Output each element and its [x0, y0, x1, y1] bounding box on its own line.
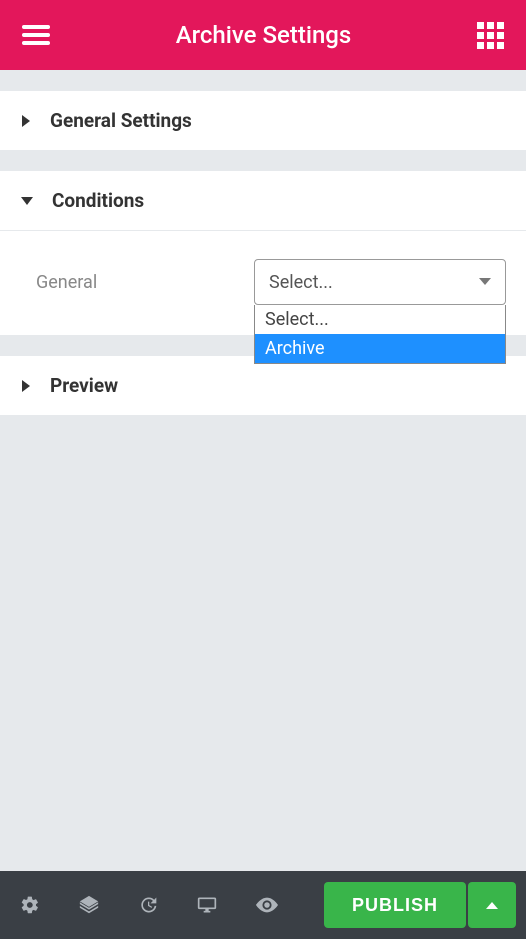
- caret-down-icon: [479, 278, 491, 286]
- chevron-right-icon: [20, 114, 32, 128]
- form-row-general: General Select... Select... Archive: [36, 259, 506, 305]
- responsive-icon[interactable]: [196, 895, 218, 915]
- select-general[interactable]: Select...: [254, 259, 506, 305]
- caret-up-icon: [486, 902, 498, 909]
- select-value: Select...: [269, 272, 333, 293]
- select-wrap-general: Select... Select... Archive: [254, 259, 506, 305]
- chevron-down-icon: [20, 195, 34, 207]
- dropdown-general: Select... Archive: [254, 305, 506, 364]
- form-label-general: General: [36, 272, 97, 293]
- page-title: Archive Settings: [176, 21, 352, 49]
- publish-group: PUBLISH: [324, 882, 516, 928]
- footer-bar: PUBLISH: [0, 871, 526, 939]
- section-title-preview: Preview: [50, 374, 118, 397]
- dropdown-option-archive[interactable]: Archive: [255, 334, 505, 363]
- section-header-conditions[interactable]: Conditions: [0, 171, 526, 230]
- section-header-general-settings[interactable]: General Settings: [0, 91, 526, 150]
- section-preview: Preview: [0, 355, 526, 415]
- section-body-conditions: General Select... Select... Archive: [0, 230, 526, 335]
- publish-button[interactable]: PUBLISH: [324, 882, 466, 928]
- preview-eye-icon[interactable]: [256, 897, 278, 913]
- section-title-conditions: Conditions: [52, 189, 144, 212]
- section-header-preview[interactable]: Preview: [0, 356, 526, 415]
- publish-options-button[interactable]: [468, 882, 516, 928]
- chevron-right-icon: [20, 379, 32, 393]
- footer-icons: [10, 894, 278, 916]
- layers-icon[interactable]: [78, 894, 100, 916]
- settings-icon[interactable]: [20, 895, 40, 915]
- section-title-general-settings: General Settings: [50, 109, 192, 132]
- section-conditions: Conditions General Select... Select... A…: [0, 170, 526, 335]
- menu-icon[interactable]: [22, 25, 50, 45]
- apps-grid-icon[interactable]: [477, 22, 504, 49]
- section-general-settings: General Settings: [0, 90, 526, 150]
- history-icon[interactable]: [138, 895, 158, 915]
- header-bar: Archive Settings: [0, 0, 526, 70]
- dropdown-option-select[interactable]: Select...: [255, 305, 505, 334]
- empty-area: [0, 415, 526, 871]
